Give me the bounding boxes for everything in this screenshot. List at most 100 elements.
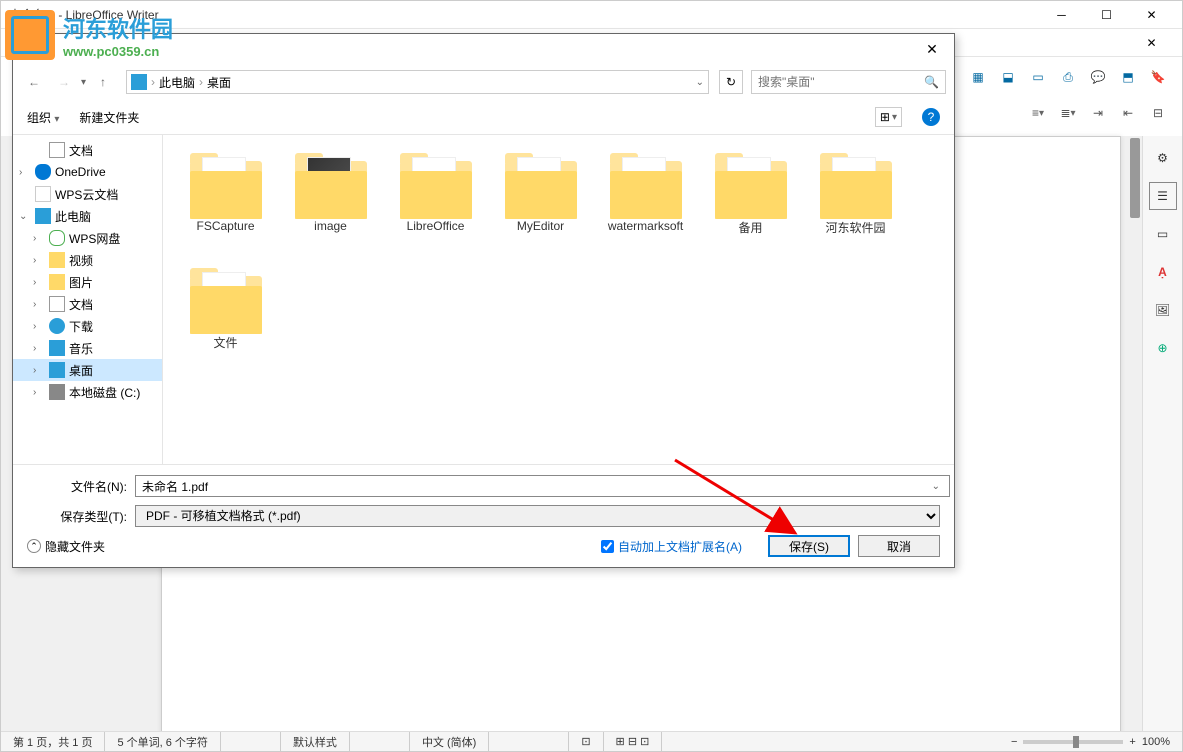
breadcrumb-dropdown[interactable]: ⌄ (696, 77, 704, 88)
settings-icon[interactable]: ⚙ (1149, 144, 1177, 172)
status-zoom[interactable]: − + 100% (999, 732, 1182, 751)
logo-text-cn: 河东软件园 (63, 12, 173, 44)
status-insert[interactable]: ⊡ (569, 732, 603, 751)
nav-back-button[interactable]: ← (21, 69, 47, 95)
line-spacing-icon[interactable]: ≡ ▾ (1024, 99, 1052, 127)
file-item-6[interactable]: 河东软件园 (803, 145, 908, 260)
tabs-icon[interactable]: ⊟ (1144, 99, 1172, 127)
insert-chart-icon[interactable]: ⬓ (994, 63, 1022, 91)
new-folder-button[interactable]: 新建文件夹 (79, 109, 139, 126)
search-input[interactable] (758, 75, 924, 89)
tree-item-8[interactable]: ›下载 (13, 315, 162, 337)
status-empty3 (489, 732, 569, 751)
logo-text-url: www.pc0359.cn (63, 44, 173, 59)
filetype-select[interactable]: PDF - 可移植文档格式 (*.pdf) (135, 505, 940, 527)
tree-item-2[interactable]: WPS云文档 (13, 183, 162, 205)
file-list[interactable]: FSCapture image LibreOffice MyEditor wat… (163, 135, 954, 464)
status-page[interactable]: 第 1 页，共 1 页 (1, 732, 105, 751)
file-item-7[interactable]: 文件 (173, 260, 278, 375)
tree-item-10[interactable]: ›桌面 (13, 359, 162, 381)
status-empty1 (221, 732, 281, 751)
header-icon[interactable]: ⬒ (1114, 63, 1142, 91)
search-box[interactable]: 🔍 (751, 70, 946, 94)
file-item-2[interactable]: LibreOffice (383, 145, 488, 260)
breadcrumb-current[interactable]: 桌面 (207, 74, 231, 91)
maximize-button[interactable]: ☐ (1084, 1, 1129, 29)
scrollbar[interactable] (1127, 136, 1142, 731)
hide-folders-button[interactable]: ⌃ 隐藏文件夹 (27, 538, 105, 555)
close-button[interactable]: ✕ (1129, 1, 1174, 29)
cancel-button[interactable]: 取消 (858, 535, 940, 557)
search-icon[interactable]: 🔍 (924, 75, 939, 89)
navigator-icon[interactable]: ⊕ (1149, 334, 1177, 362)
gallery-icon[interactable]: 🖼 (1149, 296, 1177, 324)
zoom-value[interactable]: 100% (1142, 736, 1170, 748)
indent-dec-icon[interactable]: ⇤ (1114, 99, 1142, 127)
bg-toolbar: ▦ ⬓ ▭ ⎙ 💬 ⬒ 🔖 (964, 63, 1172, 91)
pc-icon (131, 74, 147, 90)
indent-inc-icon[interactable]: ⇥ (1084, 99, 1112, 127)
status-empty2 (350, 732, 410, 751)
watermark-logo: 河东软件园 www.pc0359.cn (5, 5, 185, 65)
auto-extension-checkbox[interactable]: 自动加上文档扩展名(A) (601, 538, 742, 555)
dialog-body: 文档›OneDriveWPS云文档⌄此电脑›WPS网盘›视频›图片›文档›下载›… (13, 135, 954, 464)
nav-tree[interactable]: 文档›OneDriveWPS云文档⌄此电脑›WPS网盘›视频›图片›文档›下载›… (13, 135, 163, 464)
statusbar: 第 1 页，共 1 页 5 个单词, 6 个字符 默认样式 中文 (简体) ⊡ … (1, 731, 1182, 751)
para-spacing-icon[interactable]: ≣ ▾ (1054, 99, 1082, 127)
file-item-4[interactable]: watermarksoft (593, 145, 698, 260)
filetype-label: 保存类型(T): (27, 508, 135, 525)
zoom-slider[interactable] (1023, 740, 1123, 744)
tree-item-6[interactable]: ›图片 (13, 271, 162, 293)
help-icon[interactable]: ? (922, 108, 940, 126)
page-break-icon[interactable]: ⎙ (1054, 63, 1082, 91)
tree-item-9[interactable]: ›音乐 (13, 337, 162, 359)
dialog-close-button[interactable]: ✕ (918, 39, 946, 59)
tree-item-1[interactable]: ›OneDrive (13, 161, 162, 183)
inner-close-button[interactable]: ✕ (1129, 29, 1174, 57)
insert-image-icon[interactable]: ▦ (964, 63, 992, 91)
dialog-nav: ← → ▾ ↑ › 此电脑 › 桌面 ⌄ ↻ 🔍 (13, 64, 954, 100)
status-style[interactable]: 默认样式 (281, 732, 350, 751)
tree-item-0[interactable]: 文档 (13, 139, 162, 161)
comment-icon[interactable]: 💬 (1084, 63, 1112, 91)
organize-button[interactable]: 组织 ▾ (27, 109, 59, 126)
scrollbar-thumb[interactable] (1130, 138, 1140, 218)
filename-input[interactable] (135, 475, 950, 497)
tree-item-4[interactable]: ›WPS网盘 (13, 227, 162, 249)
chevron-up-icon: ⌃ (27, 539, 41, 553)
tree-item-3[interactable]: ⌄此电脑 (13, 205, 162, 227)
refresh-button[interactable]: ↻ (719, 70, 743, 94)
save-dialog: ✕ ← → ▾ ↑ › 此电脑 › 桌面 ⌄ ↻ 🔍 组织 ▾ 新建文件夹 ⊞ … (12, 33, 955, 568)
styles-icon[interactable]: Ạ (1149, 258, 1177, 286)
minimize-button[interactable]: ─ (1039, 1, 1084, 29)
insert-textbox-icon[interactable]: ▭ (1024, 63, 1052, 91)
status-words[interactable]: 5 个单词, 6 个字符 (105, 732, 220, 751)
tree-item-11[interactable]: ›本地磁盘 (C:) (13, 381, 162, 403)
view-mode-button[interactable]: ⊞ ▾ (875, 107, 902, 127)
breadcrumb[interactable]: › 此电脑 › 桌面 ⌄ (126, 70, 709, 94)
status-lang[interactable]: 中文 (简体) (410, 732, 489, 751)
status-view[interactable]: ⊞ ⊟ ⊡ (604, 732, 663, 751)
nav-history-dropdown[interactable]: ▾ (81, 77, 86, 88)
filename-dropdown[interactable]: ⌄ (932, 481, 940, 492)
tree-item-5[interactable]: ›视频 (13, 249, 162, 271)
properties-icon[interactable]: ☰ (1149, 182, 1177, 210)
right-sidebar: ⚙ ☰ ▭ Ạ 🖼 ⊕ (1142, 136, 1182, 731)
filename-label: 文件名(N): (27, 478, 135, 495)
bookmark-icon[interactable]: 🔖 (1144, 63, 1172, 91)
file-item-1[interactable]: image (278, 145, 383, 260)
dialog-toolbar: 组织 ▾ 新建文件夹 ⊞ ▾ ? (13, 100, 954, 135)
logo-icon (5, 10, 55, 60)
file-item-3[interactable]: MyEditor (488, 145, 593, 260)
bg-toolbar2: ≡ ▾ ≣ ▾ ⇥ ⇤ ⊟ (1024, 99, 1172, 127)
auto-ext-input[interactable] (601, 540, 614, 553)
file-item-0[interactable]: FSCapture (173, 145, 278, 260)
nav-up-button[interactable]: ↑ (90, 69, 116, 95)
tree-item-7[interactable]: ›文档 (13, 293, 162, 315)
save-button[interactable]: 保存(S) (768, 535, 850, 557)
nav-forward-button[interactable]: → (51, 69, 77, 95)
dialog-bottom: 文件名(N): ⌄ 保存类型(T): PDF - 可移植文档格式 (*.pdf)… (13, 464, 954, 567)
page-icon[interactable]: ▭ (1149, 220, 1177, 248)
file-item-5[interactable]: 备用 (698, 145, 803, 260)
breadcrumb-root[interactable]: 此电脑 (159, 74, 195, 91)
